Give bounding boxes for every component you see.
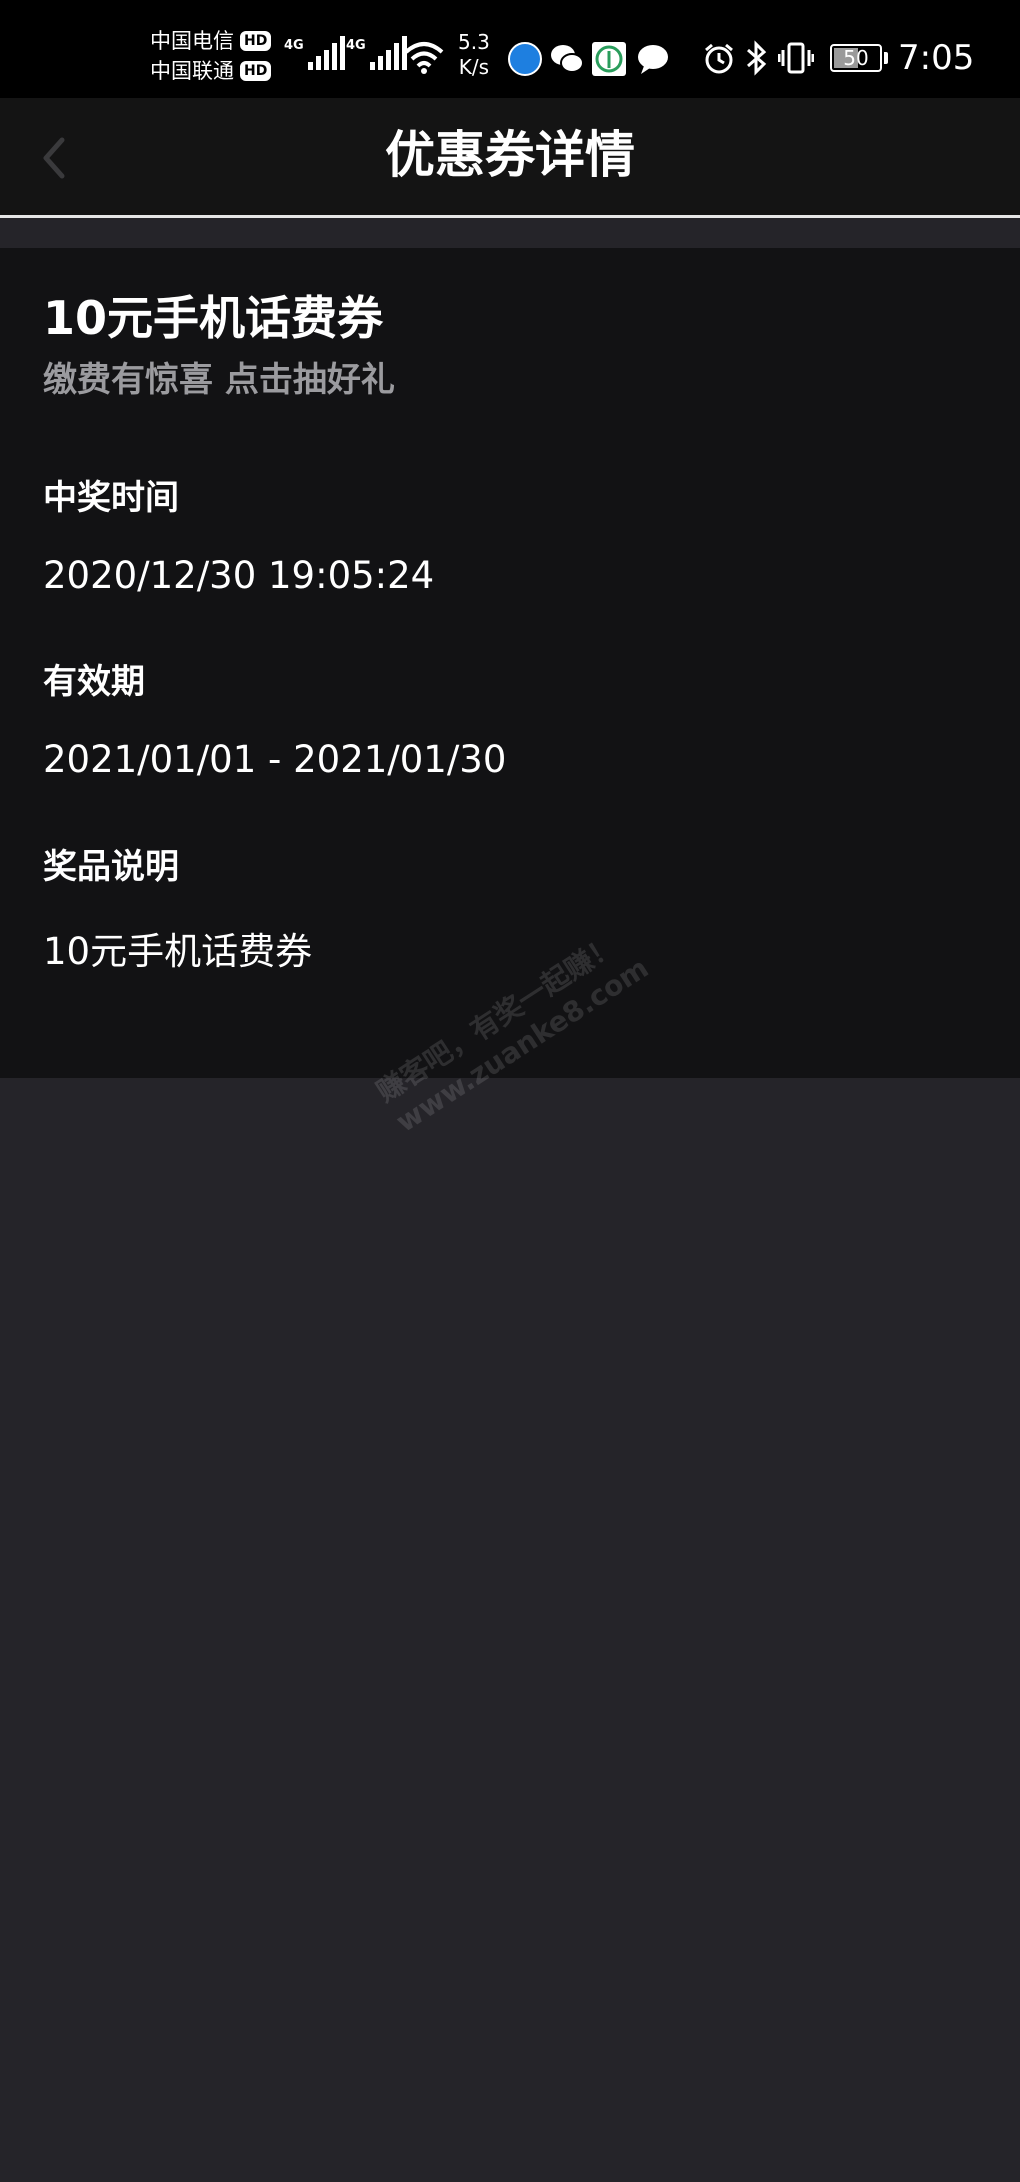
alarm-icon	[705, 43, 733, 74]
carrier-info: 中国电信 HD 中国联通 HD	[150, 26, 272, 86]
bluetooth-icon	[747, 40, 767, 76]
win-time-value: 2020/12/30 19:05:24	[43, 554, 435, 597]
carrier-name-2: 中国联通	[150, 59, 234, 83]
network-label-1: 4G	[284, 38, 304, 53]
vibrate-icon	[778, 42, 814, 74]
wechat-icon	[551, 45, 584, 73]
message-icon	[638, 45, 668, 74]
signal-2-icon: 4G	[346, 36, 407, 70]
carrier-row-1: 中国电信 HD	[150, 26, 272, 56]
browser-app-icon	[508, 42, 542, 76]
network-speed: 5.3 K/s	[458, 30, 490, 80]
battery-level: 50	[843, 46, 869, 70]
speed-value: 5.3	[458, 30, 490, 54]
prize-description-label: 奖品说明	[43, 847, 179, 887]
network-label-2: 4G	[346, 38, 366, 53]
signal-1-icon: 4G	[284, 36, 345, 70]
status-time: 7:05	[898, 38, 975, 78]
hd-badge-1: HD	[240, 31, 272, 51]
prize-description-value: 10元手机话费券	[43, 930, 313, 973]
coupon-title: 10元手机话费券	[43, 291, 384, 345]
carrier-name-1: 中国电信	[150, 29, 234, 53]
green-app-icon	[592, 42, 626, 76]
wifi-icon	[404, 42, 444, 74]
validity-label: 有效期	[43, 662, 145, 702]
battery-tip	[884, 52, 888, 64]
carrier-row-2: 中国联通 HD	[150, 56, 272, 86]
speed-unit: K/s	[458, 55, 490, 79]
page-title: 优惠券详情	[385, 126, 635, 184]
coupon-detail-card: 10元手机话费券 缴费有惊喜 点击抽好礼 中奖时间 2020/12/30 19:…	[0, 248, 1020, 1078]
nav-bar: 优惠券详情	[0, 98, 1020, 218]
status-bar: 中国电信 HD 中国联通 HD 4G 4G 5.3 K/s 50 7:05	[0, 0, 1020, 98]
validity-value: 2021/01/01 - 2021/01/30	[43, 738, 507, 781]
battery-icon: 50	[830, 44, 882, 72]
coupon-subtitle: 缴费有惊喜 点击抽好礼	[43, 360, 395, 400]
win-time-label: 中奖时间	[43, 478, 179, 518]
hd-badge-2: HD	[240, 61, 272, 81]
